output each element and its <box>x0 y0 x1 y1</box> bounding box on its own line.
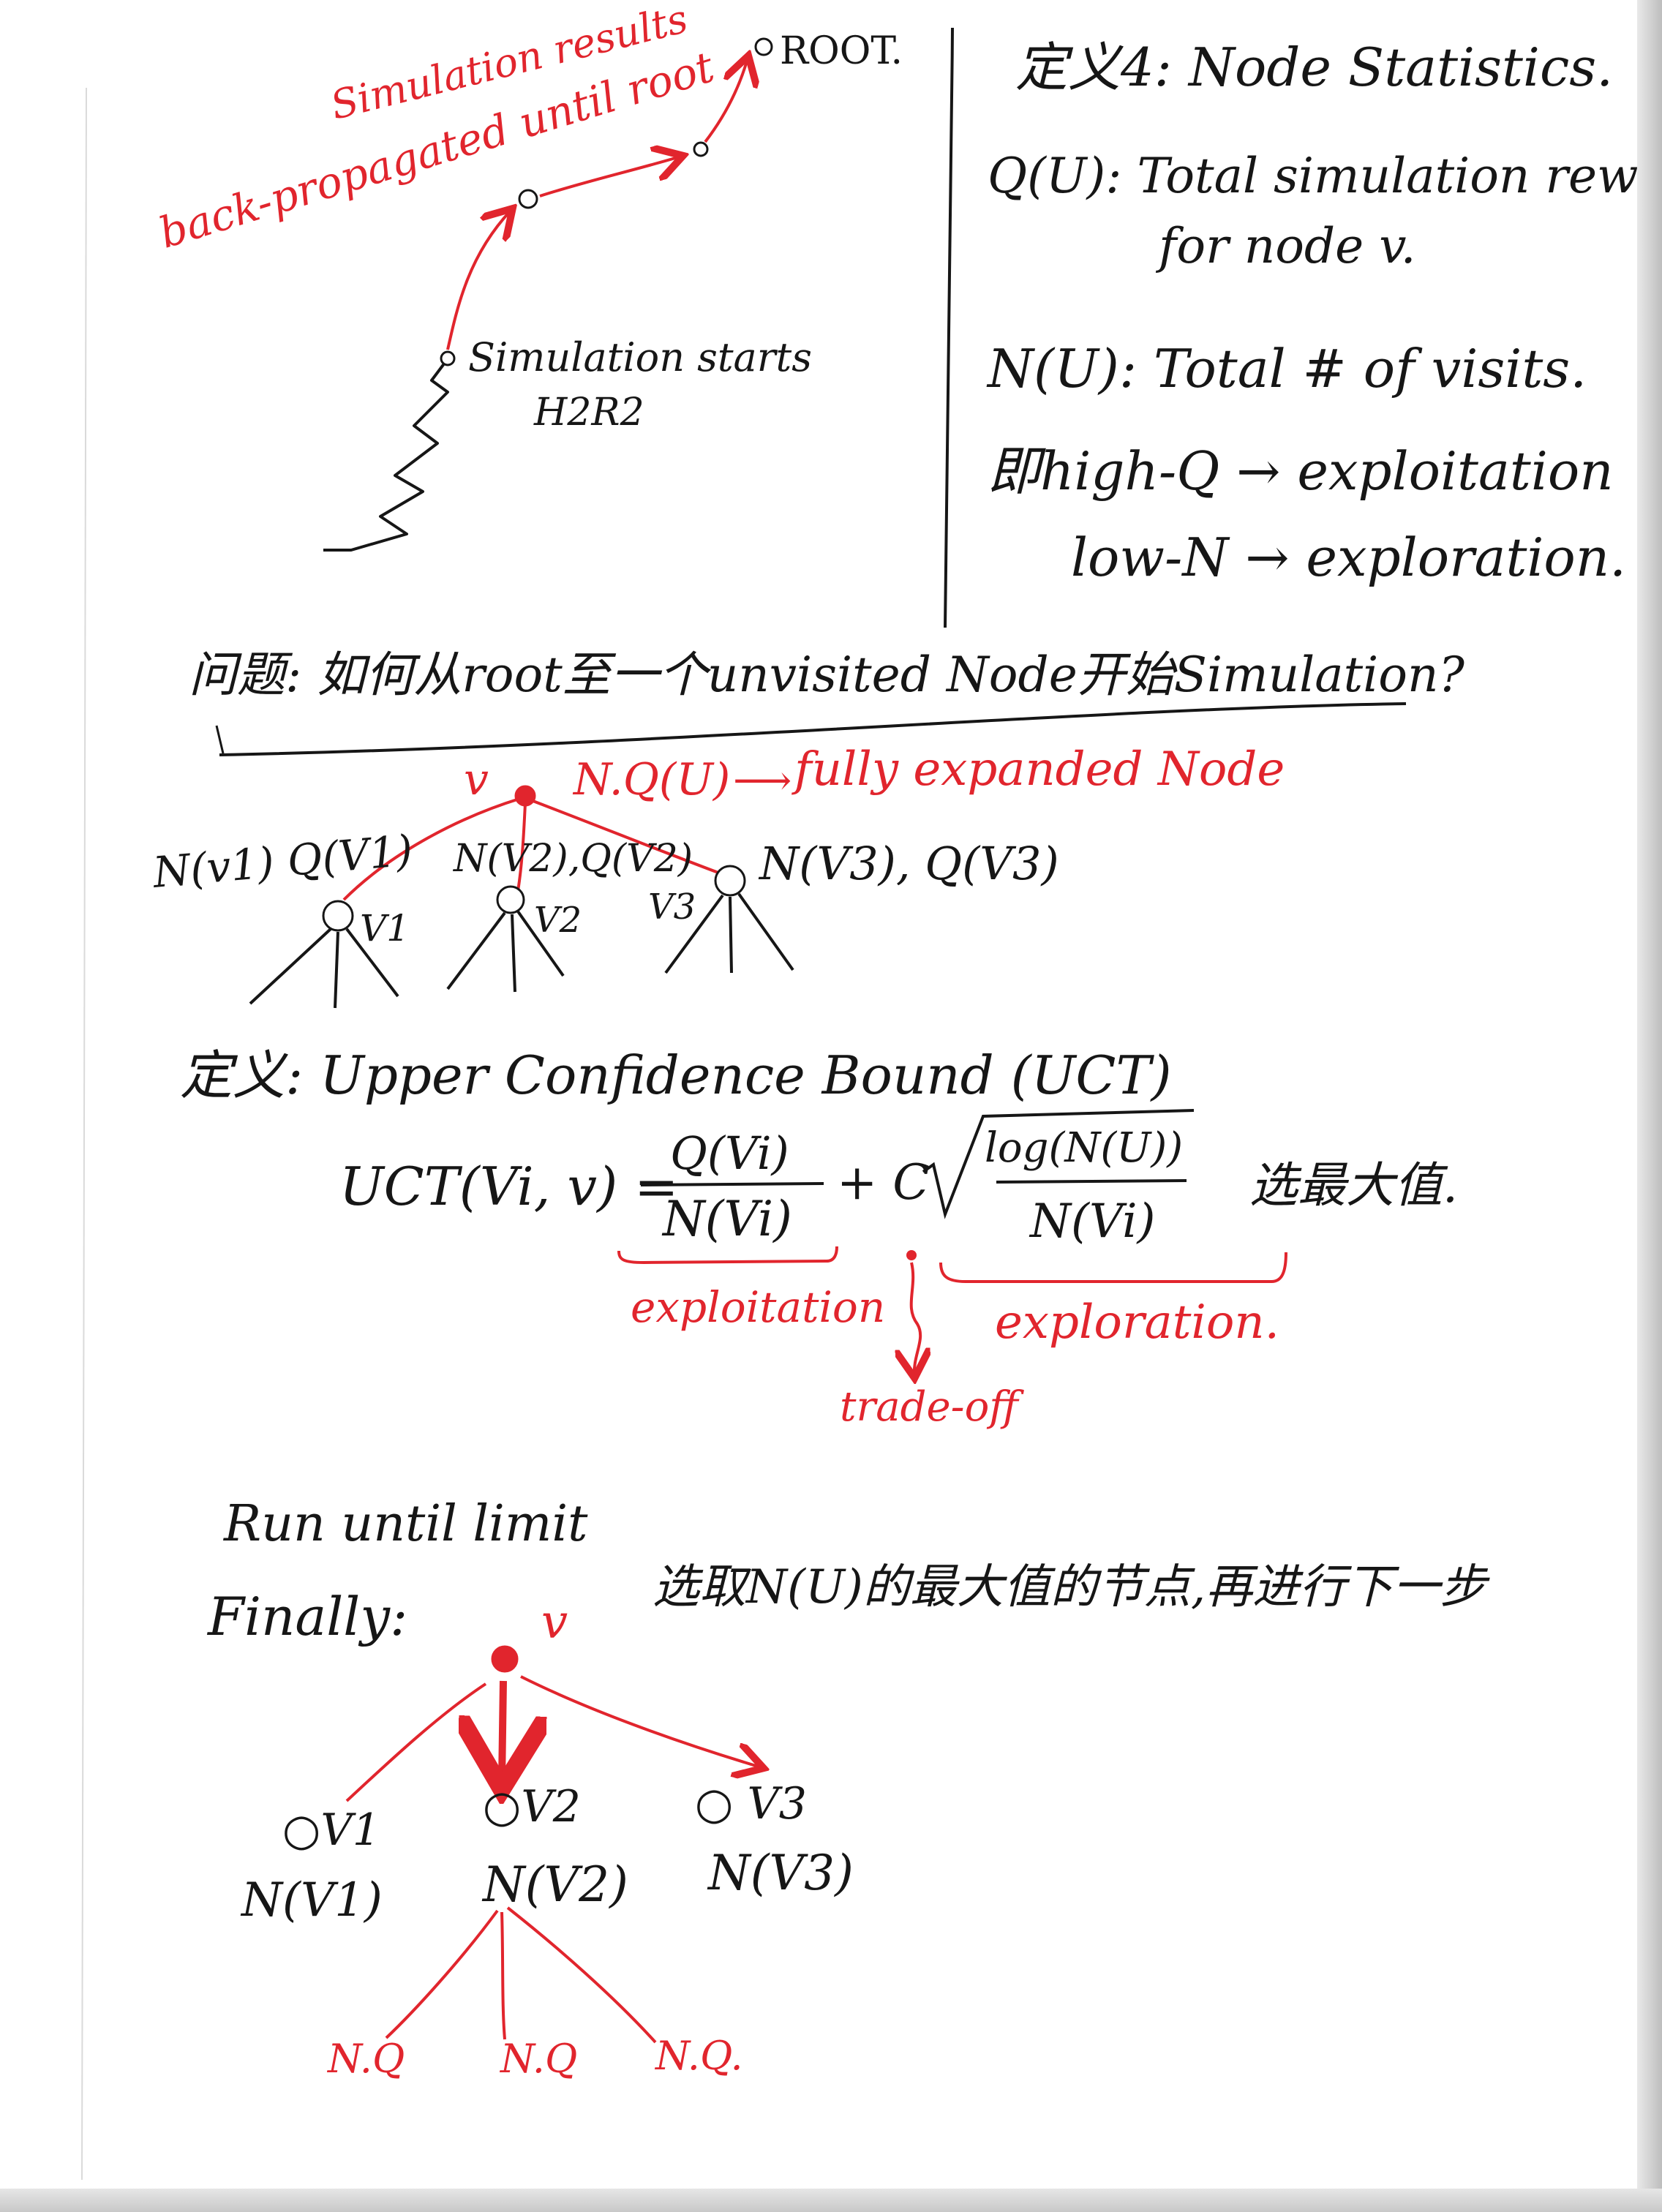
sim-start-node <box>440 350 456 366</box>
tree1-child2-label: V2 <box>534 900 582 941</box>
path-node-1 <box>518 189 538 209</box>
tree1-child1-label: V1 <box>360 907 410 949</box>
notebook-page: ROOT. Simulation results back-propagated… <box>0 0 1662 2212</box>
exploration-bracket <box>939 1252 1287 1283</box>
tree2-v-label: v <box>541 1595 568 1649</box>
vertical-divider <box>944 27 954 628</box>
tree1-arrow-glyph: ⟶ <box>733 757 792 805</box>
def4-title: 定义4: Node Statistics. <box>1015 37 1614 98</box>
uct-sqrt-fraction-bar <box>996 1179 1187 1184</box>
uct-sqrt-denominator: N(Vi) <box>1030 1195 1156 1249</box>
tree2-leaf-3: N.Q. <box>655 2033 743 2079</box>
tree2-c2-label: ○V2 <box>483 1781 581 1832</box>
tree2-c2-text: V2 <box>521 1781 581 1832</box>
tree2-edge-mid <box>502 1680 503 1782</box>
question-underline-left <box>215 725 225 754</box>
uct-suffix: 选最大值. <box>1249 1157 1458 1214</box>
tradeoff-curly <box>911 1262 920 1375</box>
uct-tradeoff: trade-off <box>840 1383 1018 1431</box>
root-label: ROOT. <box>780 29 903 73</box>
backprop-arrow-1 <box>446 211 511 350</box>
tree2-c1-n: N(V1) <box>241 1873 383 1927</box>
uct-denominator: N(Vi) <box>663 1191 792 1247</box>
tree1-arrow-note: fully expanded Node <box>794 742 1285 797</box>
uct-lhs: UCT(Vi, v) = <box>339 1156 679 1217</box>
root-node <box>754 37 773 56</box>
sim-start-sublabel: H2R2 <box>534 391 644 434</box>
finally-label: Finally: <box>208 1586 408 1647</box>
tree1-child3-stats: N(V3), Q(V3) <box>759 837 1059 890</box>
tree2-c1-text: V1 <box>320 1805 380 1856</box>
exploitation-bracket <box>617 1246 838 1265</box>
tree1-v-stats: N.Q(U) <box>574 754 731 805</box>
def4-q-line2: for node v. <box>1159 218 1416 274</box>
question-text: 问题: 如何从root至一个unvisited Node开始Simulation… <box>189 647 1464 703</box>
def4-n-line: N(U): Total # of visits. <box>988 338 1587 399</box>
left-margin-line <box>81 87 87 2181</box>
uct-plus-c: + C <box>837 1154 930 1211</box>
uct-title: 定义: Upper Confidence Bound (UCT) <box>180 1045 1172 1106</box>
tree2-c2-n: N(V2) <box>483 1856 628 1913</box>
tree2-c3-text: V3 <box>747 1778 807 1829</box>
tree2-c1-label: ○V1 <box>282 1805 380 1856</box>
tree1-child2-stats: N(V2),Q(V2) <box>454 837 693 881</box>
path-node-2 <box>693 141 709 157</box>
def4-q-line1: Q(U): Total simulation reward <box>988 148 1662 204</box>
tree2-root-node <box>491 1645 519 1673</box>
tree2-leaf-edge-2 <box>500 1911 506 2040</box>
uct-sqrt-numerator: log(N(U)) <box>985 1124 1184 1172</box>
tree1-v-label: v <box>464 754 489 805</box>
tree2-edge-right <box>520 1675 761 1767</box>
tree2-c3-label: ○ V3 <box>695 1778 807 1829</box>
tree2-leaf-edge-1 <box>385 1909 499 2039</box>
scan-edge-bottom <box>0 2189 1662 2212</box>
uct-numerator: Q(Vi) <box>670 1126 789 1180</box>
scan-edge-right <box>1637 0 1662 2212</box>
tree1-node-v3 <box>714 865 746 897</box>
tradeoff-dot <box>906 1250 917 1260</box>
tree2-c3-n: N(V3) <box>708 1845 854 1901</box>
sim-start-label: Simulation starts <box>468 334 812 380</box>
def4-low-n: low-N → exploration. <box>1071 527 1627 588</box>
uct-exploration: exploration. <box>995 1295 1279 1350</box>
simulation-wiggle-path <box>323 361 449 552</box>
tree1-node-v1 <box>322 900 354 932</box>
tree2-leaf-edge-3 <box>506 1906 657 2044</box>
tree2-edge-left <box>345 1682 487 1802</box>
tree1-child3-label: V3 <box>648 887 696 928</box>
backprop-arrow-2 <box>539 157 680 198</box>
tree2-leaf-2: N.Q <box>500 2036 578 2082</box>
run-until-limit: Run until limit <box>224 1495 588 1553</box>
uct-exploitation: exploitation <box>631 1282 886 1332</box>
tree1-root-node <box>514 785 536 807</box>
tree1-node-v2 <box>496 885 525 914</box>
def4-high-q: 即high-Q → exploitation <box>988 440 1614 502</box>
tree2-leaf-1: N.Q <box>328 2036 405 2082</box>
finally-note: 选取N(U)的最大值的节点,再进行下一步 <box>653 1560 1487 1614</box>
